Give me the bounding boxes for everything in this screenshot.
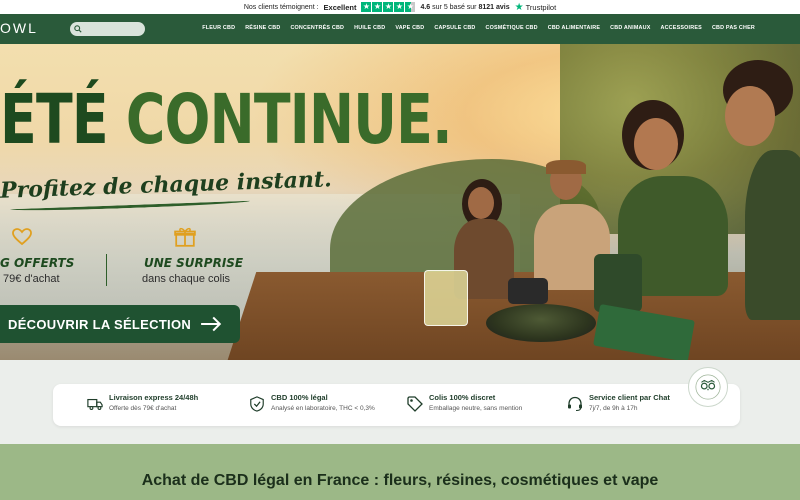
reassurance-discreet-sub: Emballage neutre, sans mention bbox=[429, 405, 523, 412]
owl-badge-icon[interactable] bbox=[688, 367, 728, 407]
hero-jar bbox=[508, 278, 548, 304]
shield-check-icon bbox=[250, 396, 264, 412]
heart-icon bbox=[12, 228, 32, 246]
nav-item-cbd-pas-cher[interactable]: CBD PAS CHER bbox=[712, 25, 755, 31]
nav-item-cosmetique-cbd[interactable]: COSMÉTIQUE CBD bbox=[486, 25, 538, 31]
brand-logo[interactable]: OWL bbox=[0, 20, 38, 36]
nav-item-cbd-animaux[interactable]: CBD ANIMAUX bbox=[610, 25, 650, 31]
reassurance-discreet-text: Colis 100% discret Emballage neutre, san… bbox=[429, 393, 522, 412]
hero-mug bbox=[594, 254, 642, 312]
hero-glass bbox=[424, 270, 468, 326]
hero-headline-part2: CONTINUE. bbox=[125, 80, 453, 160]
headset-icon bbox=[568, 396, 582, 412]
reassurance-chat-text: Service client par Chat 7j/7, de 9h à 17… bbox=[589, 393, 670, 412]
perk2-title: UNE SURPRISE bbox=[144, 256, 244, 270]
reassurance-delivery-title: Livraison express 24/48h bbox=[109, 393, 199, 402]
nav-item-accessoires[interactable]: ACCESSOIRES bbox=[661, 25, 702, 31]
nav-item-vape-cbd[interactable]: VAPE CBD bbox=[395, 25, 424, 31]
reassurance-legal-title: CBD 100% légal bbox=[271, 393, 328, 402]
nav-item-capsule-cbd[interactable]: CAPSULE CBD bbox=[434, 25, 475, 31]
arrow-right-icon bbox=[201, 316, 222, 332]
search-input[interactable] bbox=[85, 25, 145, 33]
seo-section: Achat de CBD légal en France : fleurs, r… bbox=[0, 444, 800, 500]
reassurance-delivery-text: Livraison express 24/48h Offerte dès 79€… bbox=[109, 393, 198, 412]
main-nav: OWL FLEUR CBD RÉSINE CBD CONCENTRÉS CBD … bbox=[0, 14, 800, 44]
star-icon: ★ bbox=[372, 2, 383, 12]
reassurance-chat-title: Service client par Chat bbox=[589, 393, 670, 402]
reassurance-delivery-sub: Offerte dès 79€ d'achat bbox=[109, 405, 177, 412]
star-icon: ★ bbox=[405, 2, 416, 12]
nav-item-resine-cbd[interactable]: RÉSINE CBD bbox=[245, 25, 280, 31]
trust-stars: ★ ★ ★ ★ ★ bbox=[361, 2, 416, 12]
perk-divider bbox=[106, 254, 107, 286]
nav-item-cbd-alimentaire[interactable]: CBD ALIMENTAIRE bbox=[548, 25, 600, 31]
reassurance-delivery: Livraison express 24/48h Offerte dès 79€… bbox=[87, 393, 198, 412]
trust-score-line: 4.6 sur 5 basé sur 8121 avis bbox=[420, 4, 509, 11]
cta-label: DÉCOUVRIR LA SÉLECTION bbox=[8, 316, 192, 332]
tag-icon bbox=[407, 396, 423, 412]
search-icon bbox=[74, 25, 82, 33]
trust-score-suffix: sur 5 basé sur bbox=[432, 3, 477, 11]
owl-icon bbox=[695, 374, 721, 400]
search-box[interactable] bbox=[70, 22, 145, 36]
reassurance-chat-sub: 7j/7, de 9h à 17h bbox=[589, 405, 638, 412]
reassurance-legal-text: CBD 100% légal Analysé en laboratoire, T… bbox=[271, 393, 375, 412]
trust-rating-word: Excellent bbox=[323, 2, 357, 12]
trust-prefix: Nos clients témoignent : bbox=[243, 3, 319, 11]
trustpilot-logo[interactable]: ★ Trustpilot bbox=[515, 2, 557, 13]
reassurance-discreet-title: Colis 100% discret bbox=[429, 393, 496, 402]
hero-headline-part1: ÉTÉ bbox=[0, 80, 109, 160]
reassurance-legal-sub: Analysé en laboratoire, THC < 0,3% bbox=[271, 405, 375, 412]
trustpilot-name: Trustpilot bbox=[525, 2, 557, 12]
perk1-title: G OFFERTS bbox=[0, 256, 75, 270]
nav-item-concentres-cbd[interactable]: CONCENTRÉS CBD bbox=[290, 25, 344, 31]
gift-icon bbox=[174, 227, 196, 247]
nav-item-huile-cbd[interactable]: HUILE CBD bbox=[354, 25, 385, 31]
truck-icon bbox=[87, 398, 103, 410]
hero-bowl bbox=[486, 304, 596, 342]
trust-score: 4.6 bbox=[420, 3, 431, 11]
reassurance-chat[interactable]: Service client par Chat 7j/7, de 9h à 17… bbox=[567, 393, 670, 412]
perk1-sub: 79€ d'achat bbox=[3, 273, 60, 285]
reassurance-band: Livraison express 24/48h Offerte dès 79€… bbox=[0, 360, 800, 444]
reassurance-card: Livraison express 24/48h Offerte dès 79€… bbox=[53, 384, 740, 426]
star-icon: ★ bbox=[383, 2, 394, 12]
trustpilot-bar[interactable]: Nos clients témoignent : Excellent ★ ★ ★… bbox=[0, 0, 800, 14]
trust-reviews: 8121 avis bbox=[478, 3, 510, 11]
seo-section-title: Achat de CBD légal en France : fleurs, r… bbox=[141, 472, 659, 489]
hero-banner[interactable]: ÉTÉ CONTINUE. Profitez de chaque instant… bbox=[0, 44, 800, 360]
star-icon: ★ bbox=[361, 2, 372, 12]
reassurance-discreet: Colis 100% discret Emballage neutre, san… bbox=[407, 393, 522, 412]
discover-selection-button[interactable]: DÉCOUVRIR LA SÉLECTION bbox=[0, 305, 240, 343]
star-icon: ★ bbox=[394, 2, 405, 12]
hero-headline: ÉTÉ CONTINUE. bbox=[0, 86, 453, 155]
category-menu: FLEUR CBD RÉSINE CBD CONCENTRÉS CBD HUIL… bbox=[202, 25, 755, 31]
hero-person-4 bbox=[715, 60, 800, 330]
trustpilot-star-icon: ★ bbox=[514, 1, 524, 13]
nav-item-fleur-cbd[interactable]: FLEUR CBD bbox=[202, 25, 235, 31]
perk2-sub: dans chaque colis bbox=[142, 273, 231, 285]
reassurance-legal: CBD 100% légal Analysé en laboratoire, T… bbox=[249, 393, 375, 412]
